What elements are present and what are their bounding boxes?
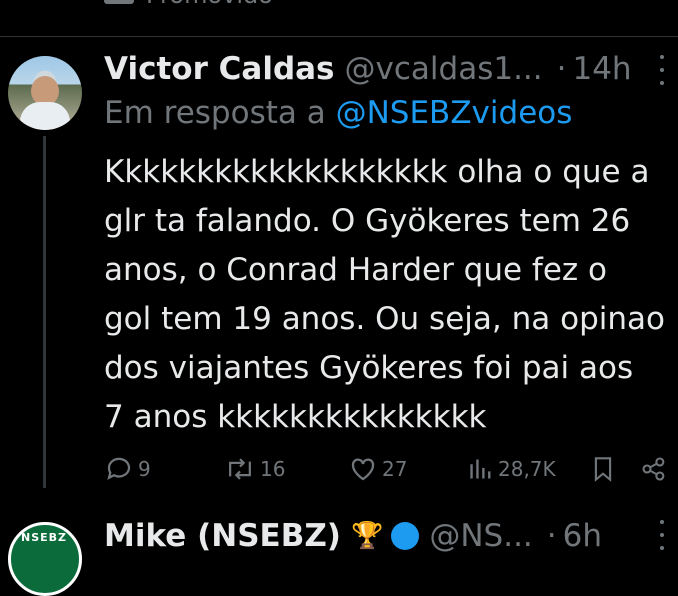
reply-mention-link[interactable]: @NSEBZvideos xyxy=(336,95,573,131)
tweet-text-line: 7 anos kkkkkkkkkkkkkkk xyxy=(104,399,487,435)
next-author-handle[interactable]: @NS... xyxy=(429,518,532,554)
bookmark-button[interactable] xyxy=(590,452,616,486)
verified-badge-icon xyxy=(391,522,420,550)
tweet-header: Victor Caldas @vcaldas1... · 14h xyxy=(104,47,666,91)
tweet-actions: 9 16 27 28,7K xyxy=(104,452,678,486)
more-options-icon[interactable] xyxy=(658,55,666,85)
trophy-icon: 🏆 xyxy=(350,521,384,551)
retweet-count: 16 xyxy=(260,457,286,481)
promoted-icon xyxy=(104,0,134,4)
views-button[interactable]: 28,7K xyxy=(468,452,556,486)
tweet-text: Kkkkkkkkkkkkkkkkkkk olha o que a glr ta … xyxy=(104,148,678,442)
tweet-text-line: anos, o Conrad Harder que fez o xyxy=(104,252,608,288)
reply-prefix: Em resposta a xyxy=(104,95,326,131)
tweet-text-line: gol tem 19 anos. Ou seja, na opinao xyxy=(104,301,665,337)
reply-button[interactable]: 9 xyxy=(104,452,151,486)
tweet-text-line: glr ta falando. O Gyökeres tem 26 xyxy=(104,203,631,239)
tweet-time[interactable]: 14h xyxy=(572,51,631,87)
next-tweet-time[interactable]: 6h xyxy=(563,518,602,554)
bookmark-icon xyxy=(594,457,612,482)
heart-icon xyxy=(351,458,375,481)
reply-context: Em resposta a @NSEBZvideos xyxy=(104,95,572,131)
next-tweet-avatar[interactable]: NSEBZ xyxy=(8,522,82,596)
next-separator-dot: · xyxy=(546,518,557,554)
like-count: 27 xyxy=(382,457,408,481)
next-tweet-header: Mike (NSEBZ) 🏆 @NS... · 6h xyxy=(104,518,602,554)
separator-dot: · xyxy=(556,51,567,87)
divider xyxy=(0,36,678,37)
reply-count: 9 xyxy=(138,457,151,481)
promoted-text: Promovido xyxy=(146,0,273,9)
tweet-text-line: dos viajantes Gyökeres foi pai aos xyxy=(104,350,634,386)
next-more-options-icon[interactable] xyxy=(658,520,666,550)
like-button[interactable]: 27 xyxy=(348,452,407,486)
share-icon xyxy=(642,457,665,481)
next-tweet: NSEBZ Mike (NSEBZ) 🏆 @NS... · 6h xyxy=(0,510,678,596)
author-name[interactable]: Victor Caldas xyxy=(104,51,335,87)
tweet-text-line: Kkkkkkkkkkkkkkkkkkk olha o que a xyxy=(104,154,650,190)
previous-promoted-label: Promovido xyxy=(104,0,273,10)
views-count: 28,7K xyxy=(498,457,556,481)
next-author-name[interactable]: Mike (NSEBZ) xyxy=(104,518,341,554)
retweet-icon xyxy=(229,458,251,480)
thread-line xyxy=(43,136,46,488)
author-handle[interactable]: @vcaldas1... xyxy=(345,51,543,87)
share-button[interactable] xyxy=(640,452,668,486)
views-icon xyxy=(470,459,491,479)
retweet-button[interactable]: 16 xyxy=(224,452,285,486)
avatar[interactable] xyxy=(8,56,82,130)
reply-icon xyxy=(107,457,131,480)
